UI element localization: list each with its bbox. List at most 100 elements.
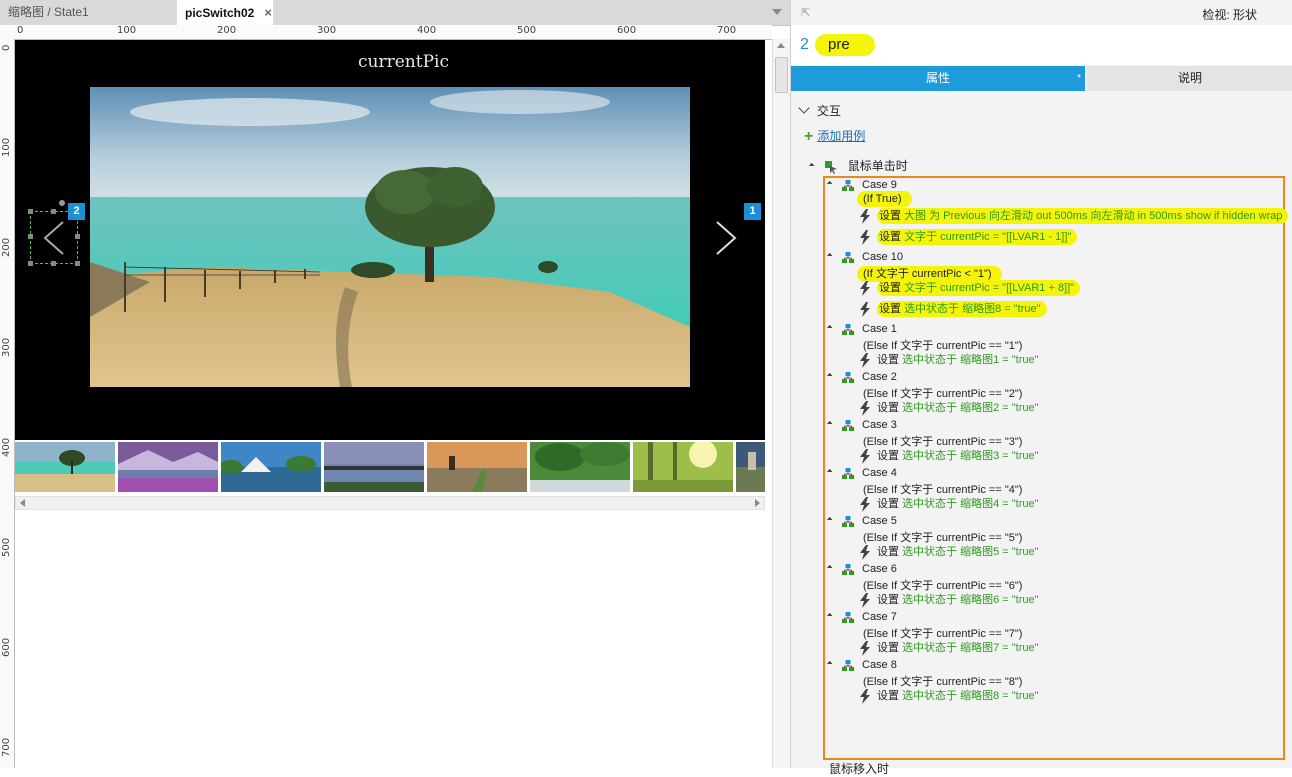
resize-handle[interactable] — [28, 234, 33, 239]
thumbnail-6[interactable] — [530, 442, 630, 492]
interaction-section-header[interactable]: 交互 — [798, 102, 841, 119]
collapse-triangle-icon[interactable] — [824, 421, 833, 430]
collapse-triangle-icon[interactable] — [824, 181, 833, 190]
ruler-label: 200 — [1, 237, 12, 257]
plus-icon: + — [804, 128, 814, 145]
resize-handle[interactable] — [75, 234, 80, 239]
resize-handle[interactable] — [51, 261, 56, 266]
ruler-label: 100 — [1, 137, 12, 157]
action-text: 设置 选中状态于 缩略图3 = "true" — [877, 450, 1039, 462]
collapse-triangle-icon[interactable] — [824, 469, 833, 478]
canvas-vertical-scrollbar[interactable] — [772, 39, 790, 768]
action-bolt-icon — [860, 592, 870, 608]
design-canvas[interactable]: currentPic 2 1 — [15, 40, 772, 768]
resize-handle[interactable] — [51, 209, 56, 214]
case-icon — [842, 659, 854, 671]
case-row[interactable]: Case 8 — [824, 659, 897, 673]
tab-picswitch02[interactable]: picSwitch02 × — [177, 0, 273, 25]
add-case-link[interactable]: + 添加用例 — [804, 127, 865, 145]
action-text: 设置 选中状态于 缩略图8 = "true" — [877, 690, 1039, 702]
case-condition: (Else If 文字于 currentPic == "2") — [863, 385, 1022, 400]
case-row[interactable]: Case 10 — [824, 251, 903, 265]
ruler-label: 500 — [1, 537, 12, 557]
pin-icon[interactable]: ⇱ — [801, 6, 810, 19]
action-detail: 选中状态于 缩略图6 = "true" — [902, 594, 1039, 606]
case-action[interactable]: 设置 选中状态于 缩略图8 = "true" — [859, 687, 1039, 705]
case-action[interactable]: 设置 选中状态于 缩略图3 = "true" — [859, 447, 1039, 465]
horizontal-ruler: 0 100 200 300 400 500 600 700 — [0, 25, 772, 40]
thumbnail-3[interactable] — [221, 442, 321, 492]
case-action[interactable]: 设置 选中状态于 缩略图2 = "true" — [859, 399, 1039, 417]
current-pic-label[interactable]: currentPic — [358, 52, 449, 72]
thumbnail-2[interactable] — [118, 442, 218, 492]
tab-notes[interactable]: 说明 — [1087, 66, 1292, 91]
resize-handle[interactable] — [75, 261, 80, 266]
thumbnail-7[interactable] — [633, 442, 733, 492]
action-text: 设置 文字于 currentPic = "[[LVAR1 - 1]]" — [877, 229, 1078, 245]
thumbnail-scrollbar[interactable] — [15, 496, 765, 510]
case-name: Case 6 — [862, 563, 897, 575]
action-text: 设置 选中状态于 缩略图7 = "true" — [877, 642, 1039, 654]
collapse-triangle-icon[interactable] — [824, 517, 833, 526]
ruler-label: 700 — [1, 737, 12, 757]
event-onclick[interactable]: 鼠标单击时 — [806, 157, 908, 174]
shape-name-row: 2 pre — [791, 25, 1292, 65]
case-action[interactable]: 设置 选中状态于 缩略图6 = "true" — [859, 591, 1039, 609]
case-action[interactable]: 设置 大图 为 Previous 向左滑动 out 500ms 向左滑动 in … — [859, 207, 1289, 225]
interaction-badge[interactable]: 1 — [744, 203, 761, 220]
thumbnail-strip — [15, 442, 765, 492]
case-row[interactable]: Case 5 — [824, 515, 897, 529]
scrollbar-thumb[interactable] — [775, 57, 788, 93]
collapse-triangle-icon[interactable] — [824, 565, 833, 574]
action-verb: 设置 — [877, 354, 899, 366]
slider-container[interactable]: currentPic 2 1 — [15, 40, 765, 440]
collapse-triangle-icon[interactable] — [824, 373, 833, 382]
case-condition: (Else If 文字于 currentPic == "4") — [863, 481, 1022, 496]
action-bolt-icon — [860, 208, 870, 224]
collapse-triangle-icon[interactable] — [824, 613, 833, 622]
collapse-triangle-icon[interactable] — [824, 661, 833, 670]
action-verb: 设置 — [877, 594, 899, 606]
case-row[interactable]: Case 4 — [824, 467, 897, 481]
action-verb: 设置 — [877, 642, 899, 654]
collapse-triangle-icon[interactable] — [824, 253, 833, 262]
case-condition: (If True) — [857, 191, 912, 207]
scroll-left-icon[interactable] — [20, 499, 25, 507]
case-action[interactable]: 设置 文字于 currentPic = "[[LVAR1 - 1]]" — [859, 228, 1078, 246]
scroll-up-icon[interactable] — [777, 43, 785, 48]
scroll-right-icon[interactable] — [755, 499, 760, 507]
interaction-badge[interactable]: 2 — [68, 203, 85, 220]
tab-list-dropdown-icon[interactable] — [772, 9, 782, 15]
case-row[interactable]: Case 6 — [824, 563, 897, 577]
resize-handle[interactable] — [28, 209, 33, 214]
main-picture[interactable] — [90, 87, 690, 387]
rotate-handle[interactable] — [59, 200, 65, 206]
action-detail: 大图 为 Previous 向左滑动 out 500ms 向左滑动 in 500… — [904, 210, 1283, 222]
action-bolt-icon — [860, 301, 870, 317]
collapse-triangle-icon[interactable] — [806, 163, 815, 172]
tab-thumbnail-state[interactable]: 缩略图 / State1 (picSwitch02)× — [0, 0, 174, 45]
case-action[interactable]: 设置 选中状态于 缩略图1 = "true" — [859, 351, 1039, 369]
thumbnail-1[interactable] — [15, 442, 115, 492]
event-onmouseenter[interactable]: 鼠标移入时 — [807, 760, 889, 777]
thumbnail-4[interactable] — [324, 442, 424, 492]
case-row[interactable]: Case 1 — [824, 323, 897, 337]
thumbnail-8[interactable] — [736, 442, 765, 492]
case-row[interactable]: Case 7 — [824, 611, 897, 625]
action-detail: 选中状态于 缩略图2 = "true" — [902, 402, 1039, 414]
next-arrow-icon[interactable] — [705, 218, 745, 258]
case-action[interactable]: 设置 选中状态于 缩略图5 = "true" — [859, 543, 1039, 561]
case-action[interactable]: 设置 选中状态于 缩略图8 = "true" — [859, 300, 1047, 318]
tab-properties[interactable]: 属性 * — [791, 66, 1085, 91]
case-row[interactable]: Case 3 — [824, 419, 897, 433]
case-action[interactable]: 设置 选中状态于 缩略图4 = "true" — [859, 495, 1039, 513]
close-icon[interactable]: × — [264, 5, 272, 20]
case-action[interactable]: 设置 选中状态于 缩略图7 = "true" — [859, 639, 1039, 657]
collapse-triangle-icon[interactable] — [824, 325, 833, 334]
shape-name-field[interactable]: pre — [815, 34, 875, 56]
resize-handle[interactable] — [28, 261, 33, 266]
case-action[interactable]: 设置 文字于 currentPic = "[[LVAR1 + 8]]" — [859, 279, 1081, 297]
action-verb: 设置 — [877, 402, 899, 414]
thumbnail-5[interactable] — [427, 442, 527, 492]
case-row[interactable]: Case 2 — [824, 371, 897, 385]
